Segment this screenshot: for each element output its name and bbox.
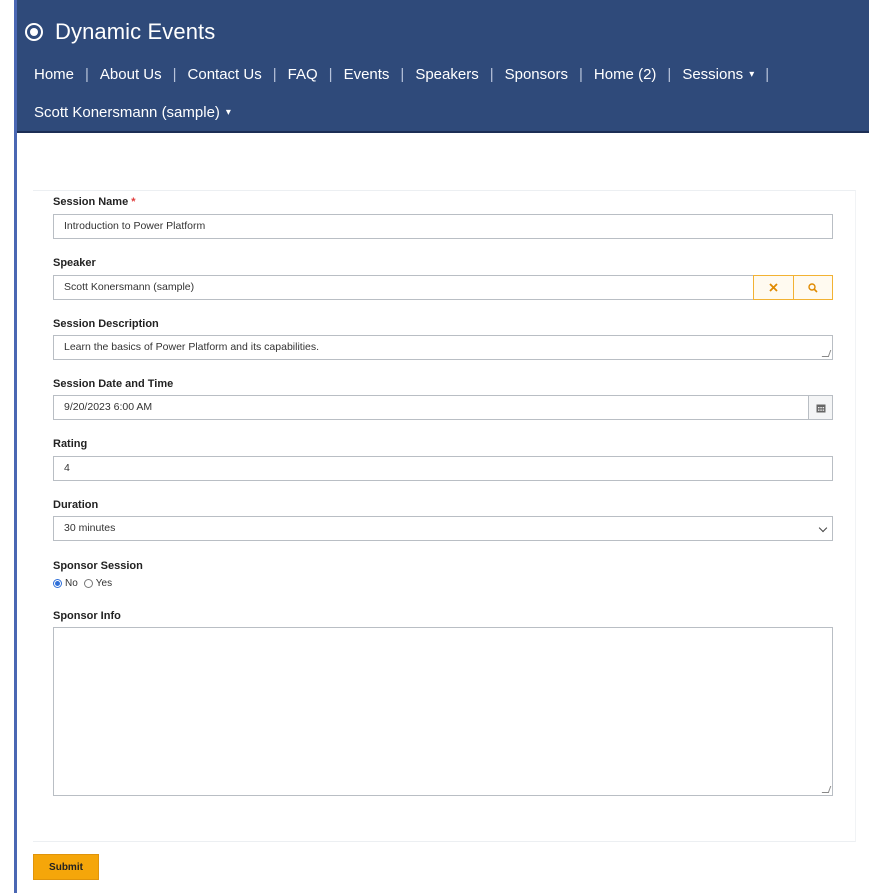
nav-item-home-2[interactable]: Home (2): [594, 64, 657, 85]
session-name-label: Session Name *: [53, 196, 135, 208]
nav-separator: |: [85, 66, 89, 83]
nav-item-events[interactable]: Events: [344, 64, 390, 85]
nav-separator: |: [489, 66, 494, 83]
session-description-textarea[interactable]: Learn the basics of Power Platform and i…: [53, 335, 833, 360]
rating-label: Rating: [53, 438, 88, 450]
session-datetime-input[interactable]: 9/20/2023 6:00 AM: [53, 395, 809, 420]
nav-item-faq[interactable]: FAQ: [288, 64, 318, 85]
nav-separator: |: [578, 66, 583, 83]
speaker-label: Speaker: [53, 257, 96, 269]
radio-no-label[interactable]: No: [65, 578, 78, 589]
sponsor-info-textarea[interactable]: [53, 627, 833, 796]
brand-link[interactable]: Dynamic Events: [25, 18, 215, 46]
user-menu[interactable]: Scott Konersmann (sample) ▾: [34, 102, 231, 123]
nav-row-2: Scott Konersmann (sample) ▾: [34, 102, 854, 123]
nav-separator: |: [667, 66, 672, 83]
session-description-value: Learn the basics of Power Platform and i…: [64, 341, 320, 353]
nav-item-contact-us[interactable]: Contact Us: [188, 64, 262, 85]
duration-label: Duration: [53, 499, 99, 511]
nav-separator: |: [765, 66, 770, 83]
nav-item-sponsors[interactable]: Sponsors: [505, 64, 568, 85]
session-datetime-label: Session Date and Time: [53, 378, 174, 390]
window-left-border: [14, 0, 17, 893]
nav-separator: |: [272, 66, 277, 83]
site-header: Dynamic Events Home | About Us | Contact…: [17, 0, 869, 133]
nav-item-home[interactable]: Home: [34, 64, 74, 85]
rating-input[interactable]: 4: [53, 456, 833, 481]
nav-separator: |: [172, 66, 177, 83]
radio-dot-icon: [25, 23, 43, 41]
nav-separator: |: [400, 66, 405, 83]
session-name-label-text: Session Name: [53, 196, 129, 208]
radio-no[interactable]: [53, 579, 62, 588]
nav-row-1: Home | About Us | Contact Us | FAQ | Eve…: [34, 64, 854, 85]
session-name-input[interactable]: Introduction to Power Platform: [53, 214, 833, 239]
user-menu-label: Scott Konersmann (sample): [34, 104, 220, 121]
search-speaker-button[interactable]: [793, 275, 833, 300]
calendar-icon: [816, 404, 825, 412]
nav-item-sessions[interactable]: Sessions ▾: [682, 64, 754, 85]
chevron-down-icon: [818, 523, 828, 533]
caret-down-icon: ▾: [225, 107, 231, 118]
radio-yes-label[interactable]: Yes: [96, 578, 112, 589]
x-icon: [769, 283, 778, 292]
session-description-label: Session Description: [53, 318, 159, 330]
speaker-lookup-input[interactable]: Scott Konersmann (sample): [53, 275, 754, 300]
sponsor-info-label: Sponsor Info: [53, 610, 121, 622]
nav-separator: |: [328, 66, 333, 83]
resize-handle-icon[interactable]: [821, 350, 832, 357]
search-icon: [808, 282, 818, 293]
brand-name: Dynamic Events: [55, 19, 216, 44]
duration-selected-value: 30 minutes: [64, 522, 116, 534]
clear-speaker-button[interactable]: [753, 275, 794, 300]
nav-item-about-us[interactable]: About Us: [100, 64, 162, 85]
duration-select[interactable]: 30 minutes: [53, 516, 833, 541]
sponsor-session-radio-group: No Yes: [53, 578, 118, 589]
radio-yes[interactable]: [83, 579, 93, 588]
sponsor-session-label: Sponsor Session: [53, 560, 143, 572]
calendar-button[interactable]: [808, 395, 833, 420]
main-nav: Home | About Us | Contact Us | FAQ | Eve…: [34, 64, 854, 123]
resize-handle-icon[interactable]: [821, 786, 832, 793]
required-mark: *: [131, 196, 136, 208]
nav-item-speakers[interactable]: Speakers: [415, 64, 478, 85]
submit-button[interactable]: Submit: [33, 854, 99, 880]
nav-item-sessions-label: Sessions: [682, 66, 744, 83]
caret-down-icon: ▾: [749, 69, 755, 80]
